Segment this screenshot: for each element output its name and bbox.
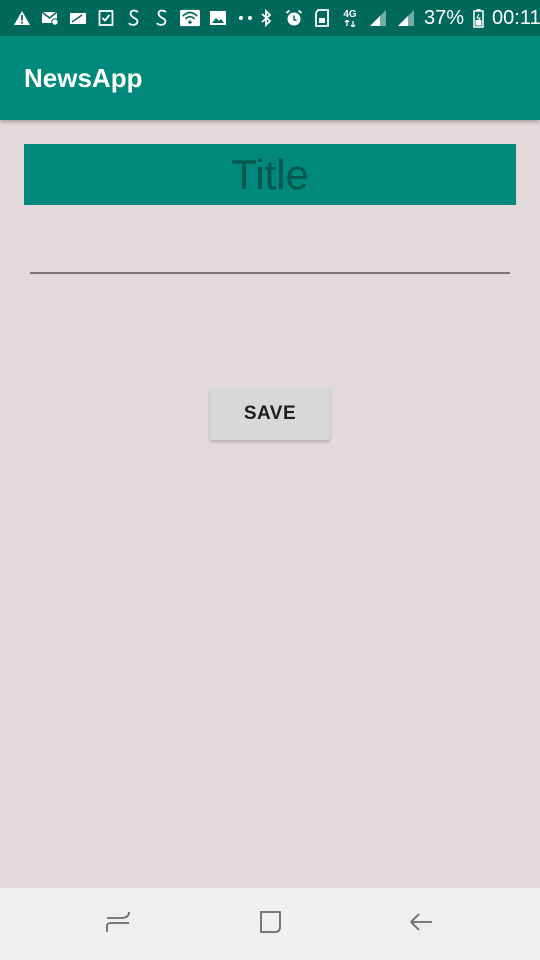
home-icon	[256, 908, 284, 940]
signal-icon	[396, 8, 416, 28]
app-s-icon	[152, 8, 172, 28]
text-input[interactable]	[30, 236, 510, 274]
alarm-icon	[284, 8, 304, 28]
signal-icon	[368, 8, 388, 28]
clock: 00:11	[492, 6, 540, 29]
warning-icon	[12, 8, 32, 28]
battery-percent: 37%	[424, 6, 465, 29]
mail-settings-icon	[40, 8, 60, 28]
status-bar: 4G 37% 00:11	[0, 0, 540, 36]
checklist-icon	[96, 8, 116, 28]
notification-icons	[12, 8, 256, 28]
app-title: NewsApp	[24, 62, 143, 93]
recent-apps-button[interactable]	[98, 906, 138, 942]
back-icon	[407, 908, 435, 940]
card-icon	[68, 8, 88, 28]
battery-icon	[472, 8, 484, 28]
sim-icon	[312, 8, 332, 28]
bluetooth-icon	[256, 8, 276, 28]
system-icons: 4G 37% 00:11	[256, 7, 540, 30]
recent-apps-icon	[104, 908, 132, 940]
app-s-icon	[124, 8, 144, 28]
app-bar: NewsApp	[0, 36, 540, 120]
network-4g-icon: 4G	[340, 8, 360, 28]
wifi-icon	[180, 8, 200, 28]
title-banner: Title	[24, 144, 516, 205]
home-button[interactable]	[250, 906, 290, 942]
save-button[interactable]: SAVE	[210, 387, 330, 440]
back-button[interactable]	[401, 906, 441, 942]
more-dots-icon	[236, 8, 256, 28]
image-icon	[208, 8, 228, 28]
navigation-bar	[0, 888, 540, 960]
